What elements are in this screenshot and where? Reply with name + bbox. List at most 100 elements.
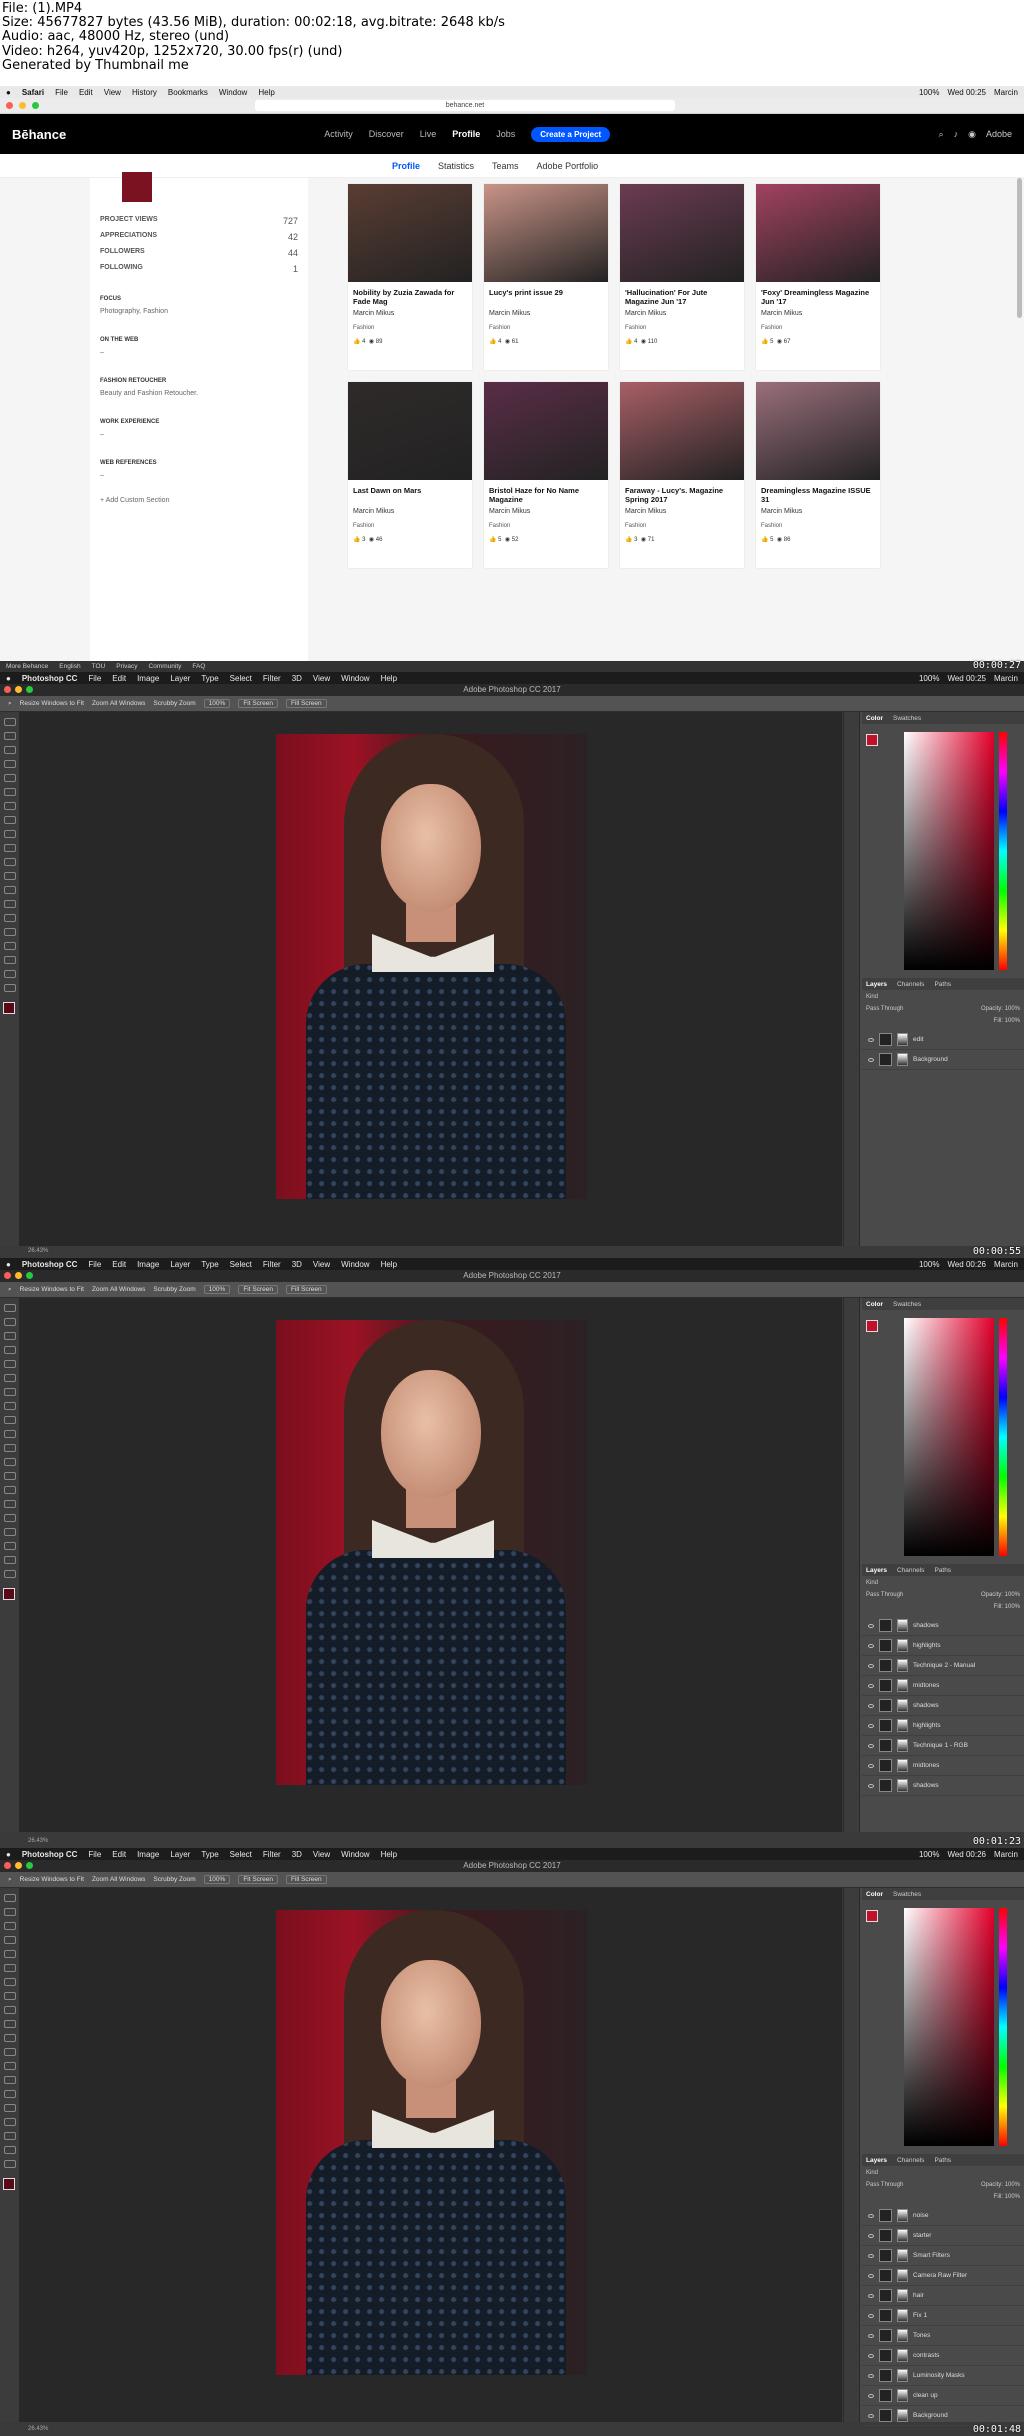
- fill-field[interactable]: Fill: 100%: [994, 1018, 1020, 1024]
- footer-faq[interactable]: FAQ: [192, 663, 205, 670]
- zoom-tool-icon[interactable]: ⌕: [8, 1876, 12, 1884]
- visibility-eye-icon[interactable]: [868, 2353, 874, 2358]
- user-name[interactable]: Marcin: [994, 1260, 1018, 1269]
- eraser-tool-icon[interactable]: [3, 1444, 16, 1452]
- project-card[interactable]: Lucy's print issue 29 Marcin Mikus Fashion…: [484, 184, 608, 370]
- gradient-tool-icon[interactable]: [3, 2048, 16, 2056]
- menu-type[interactable]: Type: [201, 1260, 218, 1269]
- visibility-eye-icon[interactable]: [868, 2273, 874, 2278]
- fill-field[interactable]: Fill: 100%: [994, 1604, 1020, 1610]
- hue-slider[interactable]: [999, 1318, 1007, 1556]
- visibility-eye-icon[interactable]: [868, 2373, 874, 2378]
- zoom-tool-icon[interactable]: [3, 984, 16, 992]
- menu-edit[interactable]: Edit: [112, 674, 126, 683]
- visibility-eye-icon[interactable]: [868, 2393, 874, 2398]
- user-name[interactable]: Marcin: [994, 674, 1018, 683]
- user-name[interactable]: Marcin: [994, 1850, 1018, 1859]
- project-card[interactable]: Nobility by Zuzia Zawada for Fade Mag Mar…: [348, 184, 472, 370]
- layer-mask-thumbnail[interactable]: [897, 1619, 908, 1632]
- address-bar[interactable]: behance.net: [255, 100, 675, 111]
- visibility-eye-icon[interactable]: [868, 1783, 874, 1788]
- scrubby-zoom-checkbox[interactable]: Scrubby Zoom: [153, 1286, 195, 1293]
- menu-select[interactable]: Select: [230, 1260, 252, 1269]
- eyedropper-tool-icon[interactable]: [3, 1374, 16, 1382]
- project-card[interactable]: Bristol Haze for No Name Magazine Marcin …: [484, 382, 608, 568]
- layer-row[interactable]: noise: [862, 2206, 1024, 2226]
- history-brush-tool-icon[interactable]: [3, 1430, 16, 1438]
- fill-field[interactable]: Fill: 100%: [994, 2194, 1020, 2200]
- visibility-eye-icon[interactable]: [868, 1703, 874, 1708]
- project-title[interactable]: Last Dawn on Mars: [348, 480, 472, 508]
- layer-row[interactable]: edit: [862, 1030, 1024, 1050]
- type-tool-icon[interactable]: [3, 928, 16, 936]
- project-thumbnail[interactable]: [756, 184, 880, 282]
- tab-layers[interactable]: Layers: [866, 981, 887, 988]
- adobe-link[interactable]: Adobe: [986, 129, 1012, 139]
- menu-type[interactable]: Type: [201, 1850, 218, 1859]
- gradient-tool-icon[interactable]: [3, 872, 16, 880]
- visibility-eye-icon[interactable]: [868, 1723, 874, 1728]
- menu-layer[interactable]: Layer: [170, 1260, 190, 1269]
- menu-view[interactable]: View: [104, 88, 121, 97]
- menu-window[interactable]: Window: [341, 1260, 369, 1269]
- visibility-eye-icon[interactable]: [868, 1683, 874, 1688]
- menu-file[interactable]: File: [88, 1260, 101, 1269]
- project-author[interactable]: Marcin Mikus: [348, 310, 472, 317]
- resize-windows-checkbox[interactable]: Resize Windows to Fit: [20, 1876, 84, 1883]
- create-project-button[interactable]: Create a Project: [531, 126, 611, 142]
- project-author[interactable]: Marcin Mikus: [484, 310, 608, 317]
- layer-mask-thumbnail[interactable]: [897, 1659, 908, 1672]
- healing-tool-icon[interactable]: [3, 802, 16, 810]
- menu-image[interactable]: Image: [137, 1850, 159, 1859]
- quick-select-tool-icon[interactable]: [3, 760, 16, 768]
- visibility-eye-icon[interactable]: [868, 2233, 874, 2238]
- layer-mask-thumbnail[interactable]: [897, 1679, 908, 1692]
- tab-channels[interactable]: Channels: [897, 2157, 924, 2164]
- tab-paths[interactable]: Paths: [934, 1567, 951, 1574]
- lasso-tool-icon[interactable]: [3, 1332, 16, 1340]
- document-canvas[interactable]: [20, 1298, 842, 1832]
- project-title[interactable]: Lucy's print issue 29: [484, 282, 608, 310]
- menu-view[interactable]: View: [313, 674, 330, 683]
- menu-window[interactable]: Window: [341, 674, 369, 683]
- color-picker-field[interactable]: [904, 1908, 994, 2146]
- blend-mode-select[interactable]: Pass Through: [866, 2182, 903, 2189]
- tab-layers[interactable]: Layers: [866, 1567, 887, 1574]
- visibility-eye-icon[interactable]: [868, 2253, 874, 2258]
- fill-screen-button[interactable]: Fill Screen: [285, 1285, 327, 1294]
- layer-row[interactable]: Technique 2 - Manual: [862, 1656, 1024, 1676]
- layer-filter[interactable]: Kind: [862, 1578, 1024, 1589]
- tab-color[interactable]: Color: [866, 1891, 883, 1898]
- layer-mask-thumbnail[interactable]: [897, 2389, 908, 2402]
- layer-mask-thumbnail[interactable]: [897, 1053, 908, 1066]
- hue-slider[interactable]: [999, 732, 1007, 970]
- marquee-tool-icon[interactable]: [3, 732, 16, 740]
- zoom-tool-icon[interactable]: [3, 1570, 16, 1578]
- apple-icon[interactable]: ●: [6, 674, 11, 683]
- layer-row[interactable]: clean up: [862, 2386, 1024, 2406]
- dodge-tool-icon[interactable]: [3, 900, 16, 908]
- move-tool-icon[interactable]: [3, 718, 16, 726]
- history-brush-tool-icon[interactable]: [3, 2020, 16, 2028]
- layer-row[interactable]: Fix 1: [862, 2306, 1024, 2326]
- visibility-eye-icon[interactable]: [868, 2413, 874, 2418]
- avatar[interactable]: ◉: [968, 129, 976, 140]
- project-card[interactable]: Faraway - Lucy's. Magazine Spring 2017 Ma…: [620, 382, 744, 568]
- zoom-tool-icon[interactable]: ⌕: [8, 1286, 12, 1294]
- layer-row[interactable]: Luminosity Masks: [862, 2366, 1024, 2386]
- menu-file[interactable]: File: [88, 1850, 101, 1859]
- crop-tool-icon[interactable]: [3, 1360, 16, 1368]
- layer-mask-thumbnail[interactable]: [897, 2369, 908, 2382]
- tab-color[interactable]: Color: [866, 715, 883, 722]
- layer-row[interactable]: shadows: [862, 1696, 1024, 1716]
- dodge-tool-icon[interactable]: [3, 1486, 16, 1494]
- tab-swatches[interactable]: Swatches: [893, 1891, 921, 1898]
- menu-bookmarks[interactable]: Bookmarks: [168, 88, 208, 97]
- tab-color[interactable]: Color: [866, 1301, 883, 1308]
- quick-select-tool-icon[interactable]: [3, 1936, 16, 1944]
- stat-followers[interactable]: FOLLOWERS 44: [100, 248, 298, 258]
- document-canvas[interactable]: [20, 712, 842, 1246]
- project-title[interactable]: Nobility by Zuzia Zawada for Fade Mag: [348, 282, 472, 310]
- blur-tool-icon[interactable]: [3, 886, 16, 894]
- project-author[interactable]: Marcin Mikus: [348, 508, 472, 515]
